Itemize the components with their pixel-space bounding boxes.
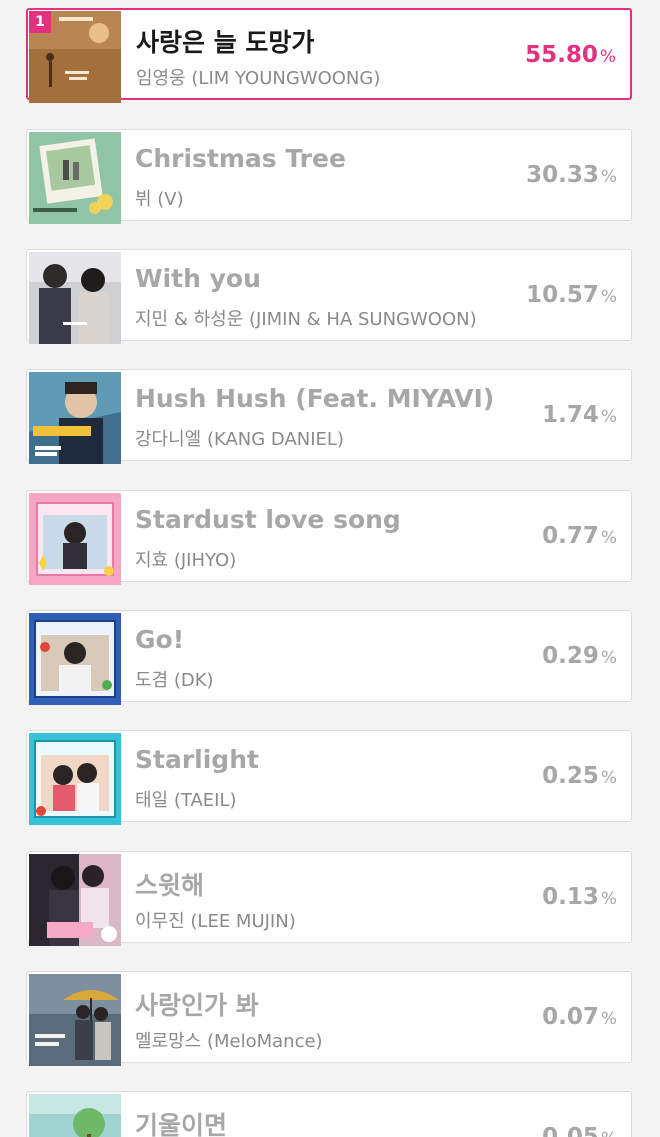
vote-percentage: 0.25% bbox=[542, 763, 617, 789]
song-title: 기울이면 bbox=[135, 1111, 228, 1137]
ranking-item-9[interactable]: 사랑인가 봐 멜로망스 (MeloMance) 0.07% bbox=[26, 971, 632, 1066]
song-title: Stardust love song bbox=[135, 505, 401, 534]
percentage-value: 0.13 bbox=[542, 884, 599, 910]
song-title: 스윗해 bbox=[135, 871, 205, 900]
ranking-item-7[interactable]: Starlight 태일 (TAEIL) 0.25% bbox=[26, 730, 632, 825]
artist-name: 뷔 (V) bbox=[135, 189, 184, 210]
song-title: Hush Hush (Feat. MIYAVI) bbox=[135, 384, 495, 413]
vote-percentage: 55.80% bbox=[525, 42, 616, 68]
percent-unit: % bbox=[600, 407, 617, 427]
vote-percentage: 0.77% bbox=[542, 523, 617, 549]
vote-percentage: 0.05% bbox=[542, 1124, 617, 1137]
percentage-value: 30.33 bbox=[526, 162, 599, 188]
percentage-value: 0.05 bbox=[542, 1124, 599, 1137]
song-title: Starlight bbox=[135, 745, 259, 774]
vote-percentage: 0.13% bbox=[542, 884, 617, 910]
percent-unit: % bbox=[601, 1129, 617, 1137]
percentage-value: 10.57 bbox=[526, 282, 599, 308]
artist-name: 이무진 (LEE MUJIN) bbox=[135, 911, 296, 932]
artist-name: 강다니엘 (KANG DANIEL) bbox=[135, 429, 344, 450]
song-title: 사랑은 늘 도망가 bbox=[136, 28, 315, 57]
ranking-item-10[interactable]: 기울이면 0.05% bbox=[26, 1091, 632, 1137]
vote-percentage: 0.29% bbox=[542, 643, 617, 669]
percentage-value: 1.74 bbox=[542, 402, 599, 428]
percent-unit: % bbox=[600, 287, 617, 307]
album-cover-1: 1 bbox=[29, 11, 121, 103]
song-title: 사랑인가 봐 bbox=[135, 991, 259, 1020]
album-cover-9 bbox=[29, 974, 121, 1066]
rank-badge: 1 bbox=[29, 11, 51, 33]
vote-ranking-list: 1 사랑은 늘 도망가 임영웅 (LIM YOUNGWOONG) 55.80% … bbox=[0, 0, 660, 1137]
ranking-item-5[interactable]: Stardust love song 지효 (JIHYO) 0.77% bbox=[26, 490, 632, 585]
vote-percentage: 10.57% bbox=[526, 282, 617, 308]
artist-name: 지효 (JIHYO) bbox=[135, 550, 237, 571]
percentage-value: 0.29 bbox=[542, 643, 599, 669]
song-title: Go! bbox=[135, 625, 185, 654]
percent-unit: % bbox=[600, 1009, 617, 1029]
ranking-item-4[interactable]: Hush Hush (Feat. MIYAVI) 강다니엘 (KANG DANI… bbox=[26, 369, 632, 464]
ranking-item-8[interactable]: 스윗해 이무진 (LEE MUJIN) 0.13% bbox=[26, 851, 632, 946]
percent-unit: % bbox=[600, 889, 617, 909]
album-cover-3 bbox=[29, 252, 121, 344]
artist-name: 지민 & 하성운 (JIMIN & HA SUNGWOON) bbox=[135, 309, 477, 330]
album-cover-10 bbox=[29, 1094, 121, 1137]
percent-unit: % bbox=[600, 167, 617, 187]
vote-percentage: 0.07% bbox=[542, 1004, 617, 1030]
percentage-value: 0.07 bbox=[542, 1004, 599, 1030]
album-cover-8 bbox=[29, 854, 121, 946]
album-cover-2 bbox=[29, 132, 121, 224]
vote-percentage: 30.33% bbox=[526, 162, 617, 188]
artist-name: 도겸 (DK) bbox=[135, 670, 214, 691]
album-cover-6 bbox=[29, 613, 121, 705]
ranking-item-1[interactable]: 1 사랑은 늘 도망가 임영웅 (LIM YOUNGWOONG) 55.80% bbox=[26, 8, 632, 103]
artist-name: 태일 (TAEIL) bbox=[135, 790, 237, 811]
percentage-value: 0.25 bbox=[542, 763, 599, 789]
percent-unit: % bbox=[600, 768, 617, 788]
artist-name: 멜로망스 (MeloMance) bbox=[135, 1031, 323, 1052]
ranking-item-3[interactable]: With you 지민 & 하성운 (JIMIN & HA SUNGWOON) … bbox=[26, 249, 632, 344]
vote-percentage: 1.74% bbox=[542, 402, 617, 428]
album-cover-7 bbox=[29, 733, 121, 825]
ranking-item-2[interactable]: Christmas Tree 뷔 (V) 30.33% bbox=[26, 129, 632, 224]
percent-unit: % bbox=[599, 47, 616, 67]
percentage-value: 0.77 bbox=[542, 523, 599, 549]
ranking-item-6[interactable]: Go! 도겸 (DK) 0.29% bbox=[26, 610, 632, 705]
song-title: With you bbox=[135, 264, 261, 293]
song-title: Christmas Tree bbox=[135, 144, 346, 173]
album-cover-5 bbox=[29, 493, 121, 585]
percent-unit: % bbox=[600, 528, 617, 548]
percentage-value: 55.80 bbox=[525, 42, 598, 68]
percent-unit: % bbox=[600, 648, 617, 668]
album-cover-4 bbox=[29, 372, 121, 464]
artist-name: 임영웅 (LIM YOUNGWOONG) bbox=[136, 68, 381, 89]
